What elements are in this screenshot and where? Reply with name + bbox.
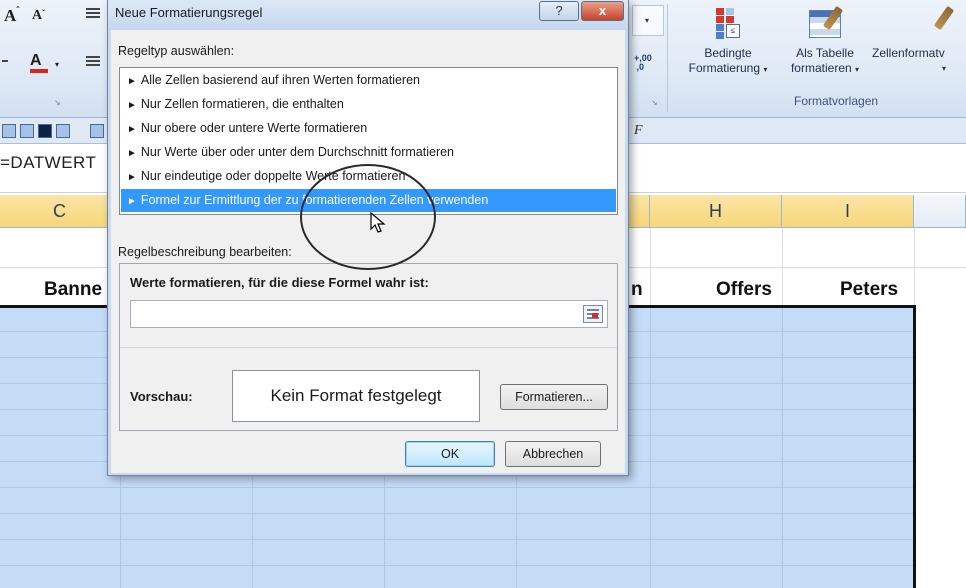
formula-section: Werte formatieren, für die diese Formel … <box>120 264 617 348</box>
view-page-icon[interactable] <box>20 124 34 138</box>
format-as-table-label-2: formatieren ▾ <box>790 61 860 75</box>
grow-font-button[interactable]: Aˆ <box>4 6 20 26</box>
fx-letter: F <box>634 123 643 138</box>
column-header-c[interactable]: C <box>0 195 120 228</box>
help-button[interactable]: ? <box>539 1 579 21</box>
preview-box: Kein Format festgelegt <box>232 370 480 422</box>
close-button[interactable]: x <box>581 1 624 21</box>
rule-type-item[interactable]: ► Alle Zellen basierend auf ihren Werten … <box>121 69 616 92</box>
conditional-formatting-label-1: Bedingte <box>704 46 752 60</box>
cell-styles-label: Zellenformatv <box>872 46 945 60</box>
view-grid-icon[interactable] <box>38 124 52 138</box>
cell-styles-button[interactable]: Zellenformatv ▾ <box>872 5 966 76</box>
cell-styles-icon <box>928 5 964 40</box>
group-separator <box>667 4 668 112</box>
rule-type-item[interactable]: ► Nur obere oder untere Werte formatieren <box>121 117 616 140</box>
conditional-formatting-icon: ≤ <box>710 6 746 40</box>
cell-header-g[interactable]: n <box>631 279 643 301</box>
increase-decimal-icon[interactable]: +,00 ,0 <box>634 54 652 72</box>
font-color-dropdown-icon[interactable]: ▾ <box>55 60 59 69</box>
formula-text: =DATWERT <box>0 153 97 172</box>
rule-description-box: Werte formatieren, für die diese Formel … <box>119 263 618 431</box>
edit-description-label: Regelbeschreibung bearbeiten: <box>118 245 292 259</box>
border-icon[interactable] <box>2 60 8 62</box>
number-group-launcher-icon[interactable]: ↘ <box>651 98 660 107</box>
cell-header-banner[interactable]: Banne <box>44 279 102 301</box>
conditional-formatting-button[interactable]: ≤ Bedingte Formatierung ▾ <box>672 6 784 77</box>
rule-type-item[interactable]: ► Nur Werte über oder unter dem Durchschn… <box>121 141 616 164</box>
font-color-bar <box>30 69 48 73</box>
toolbar-icon[interactable] <box>90 124 104 138</box>
rule-type-item[interactable]: ► Nur Zellen formatieren, die enthalten <box>121 93 616 116</box>
format-as-table-label-1: Als Tabelle <box>796 46 854 60</box>
align-left-icon[interactable] <box>86 56 100 68</box>
dialog-title-bar[interactable]: Neue Formatierungsregel ? x <box>108 0 628 30</box>
column-header-next[interactable] <box>914 195 966 228</box>
shrink-font-button[interactable]: Aˇ <box>32 8 45 24</box>
column-header-h[interactable]: H <box>650 195 782 228</box>
cell-header-offers[interactable]: Offers <box>716 279 772 301</box>
styles-group-label: Formatvorlagen <box>794 94 879 108</box>
font-group-launcher-icon[interactable]: ↘ <box>54 98 63 107</box>
collapse-dialog-icon[interactable] <box>583 305 603 323</box>
annotation-circle <box>300 164 436 270</box>
cell-header-peters[interactable]: Peters <box>840 279 898 301</box>
align-top-icon[interactable] <box>86 8 100 20</box>
mouse-cursor-icon <box>370 212 386 233</box>
format-as-table-button[interactable]: Als Tabelle formatieren ▾ <box>780 5 870 77</box>
preview-label: Vorschau: <box>130 389 193 404</box>
formula-input[interactable] <box>130 300 608 328</box>
column-header-i[interactable]: I <box>782 195 914 228</box>
dialog-title: Neue Formatierungsregel <box>115 5 263 20</box>
ok-button[interactable]: OK <box>405 441 495 467</box>
table-icon <box>807 5 844 40</box>
formula-label: Werte formatieren, für die diese Formel … <box>130 275 429 290</box>
view-normal-icon[interactable] <box>2 124 16 138</box>
rule-type-label: Regeltyp auswählen: <box>118 44 235 58</box>
cancel-button[interactable]: Abbrechen <box>505 441 601 467</box>
format-button[interactable]: Formatieren... <box>500 384 608 410</box>
cell-styles-dropdown-icon: ▾ <box>942 64 947 73</box>
number-format-dropdown[interactable]: ▾ <box>632 5 664 36</box>
conditional-formatting-label-2: Formatierung ▾ <box>688 61 768 75</box>
view-list-icon[interactable] <box>56 124 70 138</box>
font-color-button[interactable]: A <box>30 52 48 73</box>
